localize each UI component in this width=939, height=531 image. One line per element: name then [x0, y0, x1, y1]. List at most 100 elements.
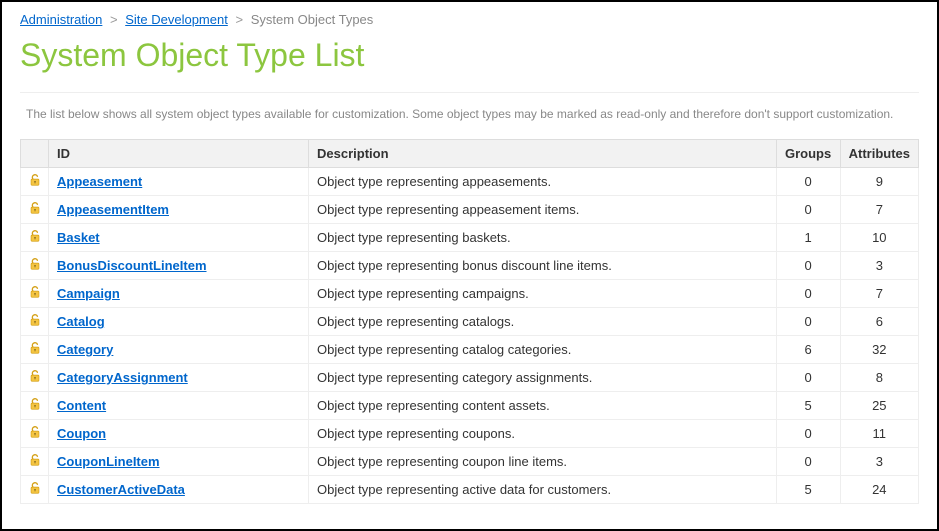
lock-open-icon [28, 257, 42, 271]
id-cell: Basket [49, 224, 309, 252]
attrs-cell: 24 [840, 476, 918, 504]
groups-cell: 0 [776, 252, 840, 280]
id-cell: CustomerActiveData [49, 476, 309, 504]
object-types-table: ID Description Groups Attributes Appease… [20, 139, 919, 504]
table-row: AppeasementItem Object type representing … [21, 196, 919, 224]
object-type-link[interactable]: Campaign [57, 286, 120, 301]
page-title: System Object Type List [20, 37, 919, 74]
groups-cell: 0 [776, 308, 840, 336]
col-desc-header: Description [309, 140, 777, 168]
object-type-link[interactable]: BonusDiscountLineItem [57, 258, 207, 273]
desc-cell: Object type representing coupon line ite… [309, 448, 777, 476]
lock-open-icon [28, 481, 42, 495]
lock-open-icon [28, 313, 42, 327]
lock-cell [21, 336, 49, 364]
object-type-link[interactable]: CustomerActiveData [57, 482, 185, 497]
lock-open-icon [28, 285, 42, 299]
lock-open-icon [28, 229, 42, 243]
desc-cell: Object type representing content assets. [309, 392, 777, 420]
object-type-link[interactable]: Basket [57, 230, 100, 245]
lock-open-icon [28, 453, 42, 467]
groups-cell: 0 [776, 420, 840, 448]
attrs-cell: 3 [840, 252, 918, 280]
table-row: BonusDiscountLineItem Object type represe… [21, 252, 919, 280]
object-type-link[interactable]: CouponLineItem [57, 454, 160, 469]
breadcrumb-admin-link[interactable]: Administration [20, 12, 102, 27]
attrs-cell: 3 [840, 448, 918, 476]
groups-cell: 0 [776, 364, 840, 392]
attrs-cell: 7 [840, 196, 918, 224]
breadcrumb-sep: > [235, 12, 243, 27]
table-row: Appeasement Object type representing appe… [21, 168, 919, 196]
attrs-cell: 8 [840, 364, 918, 392]
lock-cell [21, 224, 49, 252]
groups-cell: 0 [776, 448, 840, 476]
breadcrumb-sep: > [110, 12, 118, 27]
divider [20, 92, 919, 93]
lock-cell [21, 280, 49, 308]
lock-cell [21, 476, 49, 504]
id-cell: Coupon [49, 420, 309, 448]
breadcrumb-sitedev-link[interactable]: Site Development [125, 12, 228, 27]
attrs-cell: 10 [840, 224, 918, 252]
table-row: CouponLineItem Object type representing c… [21, 448, 919, 476]
desc-cell: Object type representing baskets. [309, 224, 777, 252]
table-row: Content Object type representing content … [21, 392, 919, 420]
lock-cell [21, 392, 49, 420]
object-type-link[interactable]: Category [57, 342, 113, 357]
attrs-cell: 6 [840, 308, 918, 336]
desc-cell: Object type representing campaigns. [309, 280, 777, 308]
table-row: CategoryObject type representing catalog… [21, 336, 919, 364]
attrs-cell: 7 [840, 280, 918, 308]
lock-open-icon [28, 201, 42, 215]
id-cell: Campaign [49, 280, 309, 308]
attrs-cell: 11 [840, 420, 918, 448]
table-row: BasketObject type representing baskets.1… [21, 224, 919, 252]
lock-cell [21, 168, 49, 196]
groups-cell: 5 [776, 392, 840, 420]
lock-cell [21, 308, 49, 336]
desc-cell: Object type representing catalogs. [309, 308, 777, 336]
groups-cell: 0 [776, 196, 840, 224]
col-groups-header: Groups [776, 140, 840, 168]
table-row: CategoryAssignment Object type representi… [21, 364, 919, 392]
groups-cell: 0 [776, 168, 840, 196]
groups-cell: 5 [776, 476, 840, 504]
groups-cell: 1 [776, 224, 840, 252]
lock-open-icon [28, 173, 42, 187]
object-type-link[interactable]: CategoryAssignment [57, 370, 188, 385]
id-cell: Category [49, 336, 309, 364]
desc-cell: Object type representing appeasements. [309, 168, 777, 196]
desc-cell: Object type representing appeasement ite… [309, 196, 777, 224]
col-attrs-header: Attributes [840, 140, 918, 168]
intro-text: The list below shows all system object t… [20, 107, 919, 121]
table-row: CustomerActiveDataObject type representi… [21, 476, 919, 504]
col-icon-header [21, 140, 49, 168]
id-cell: CouponLineItem [49, 448, 309, 476]
table-row: Coupon Object type representing coupons.0… [21, 420, 919, 448]
groups-cell: 0 [776, 280, 840, 308]
desc-cell: Object type representing category assign… [309, 364, 777, 392]
lock-cell [21, 420, 49, 448]
desc-cell: Object type representing coupons. [309, 420, 777, 448]
lock-cell [21, 196, 49, 224]
desc-cell: Object type representing bonus discount … [309, 252, 777, 280]
object-type-link[interactable]: AppeasementItem [57, 202, 169, 217]
lock-cell [21, 364, 49, 392]
attrs-cell: 9 [840, 168, 918, 196]
lock-open-icon [28, 369, 42, 383]
id-cell: Content [49, 392, 309, 420]
attrs-cell: 25 [840, 392, 918, 420]
object-type-link[interactable]: Coupon [57, 426, 106, 441]
table-row: Catalog Object type representing catalogs… [21, 308, 919, 336]
lock-open-icon [28, 341, 42, 355]
lock-cell [21, 252, 49, 280]
object-type-link[interactable]: Appeasement [57, 174, 142, 189]
id-cell: Catalog [49, 308, 309, 336]
id-cell: Appeasement [49, 168, 309, 196]
attrs-cell: 32 [840, 336, 918, 364]
object-type-link[interactable]: Catalog [57, 314, 105, 329]
object-type-link[interactable]: Content [57, 398, 106, 413]
breadcrumb-current: System Object Types [251, 12, 374, 27]
id-cell: AppeasementItem [49, 196, 309, 224]
